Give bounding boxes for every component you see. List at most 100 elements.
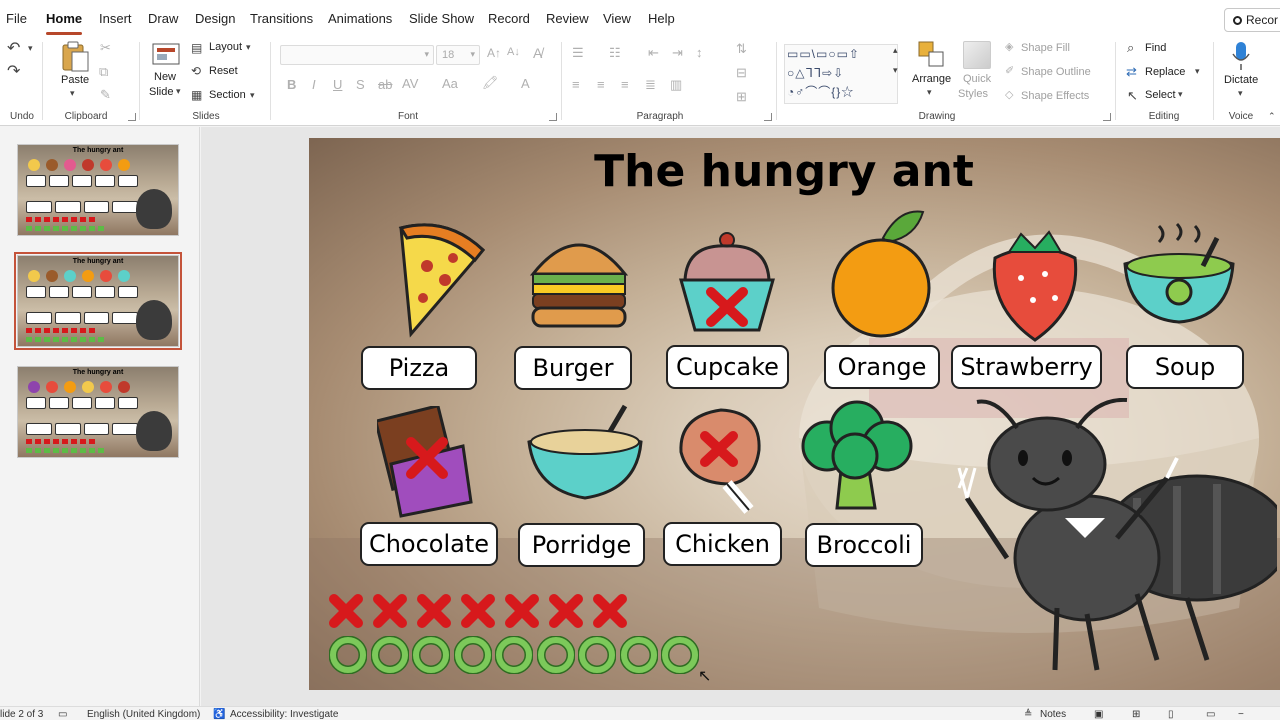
layout-icon[interactable]: ▤ bbox=[191, 42, 202, 54]
font-dropdown-icon[interactable]: ▾ bbox=[424, 49, 429, 60]
layout-dropdown-icon[interactable]: ▾ bbox=[246, 43, 251, 52]
font-size-combobox[interactable]: 18 ▾ bbox=[436, 45, 480, 65]
shape-effects-icon[interactable]: ◇ bbox=[1005, 90, 1013, 101]
record-button[interactable]: Recor bbox=[1224, 8, 1280, 32]
section-button[interactable]: Section bbox=[209, 89, 246, 101]
replace-dropdown-icon[interactable]: ▾ bbox=[1195, 67, 1200, 76]
gallery-up-icon[interactable]: ▴ bbox=[893, 46, 898, 55]
select-button[interactable]: Select bbox=[1145, 89, 1176, 101]
zoom-out-icon[interactable]: − bbox=[1238, 709, 1244, 720]
food-label-strawberry[interactable]: Strawberry bbox=[951, 345, 1102, 389]
porridge-icon[interactable] bbox=[525, 400, 645, 502]
text-direction-icon[interactable]: ⇅ bbox=[736, 42, 747, 55]
new-slide-dropdown-icon[interactable]: ▾ bbox=[176, 87, 181, 96]
text-shadow-icon[interactable]: S bbox=[356, 78, 365, 91]
line-spacing-icon[interactable]: ↕ bbox=[696, 46, 703, 59]
chocolate-icon[interactable] bbox=[377, 406, 477, 518]
justify-icon[interactable]: ≣ bbox=[645, 78, 656, 91]
layout-button[interactable]: Layout bbox=[209, 41, 242, 53]
tab-help[interactable]: Help bbox=[648, 11, 675, 26]
tab-design[interactable]: Design bbox=[195, 11, 235, 26]
align-text-icon[interactable]: ⊟ bbox=[736, 66, 747, 79]
slideshow-view-icon[interactable]: ▭ bbox=[1206, 709, 1215, 720]
font-launcher-icon[interactable] bbox=[549, 113, 557, 121]
font-color-icon[interactable]: A bbox=[521, 77, 530, 90]
numbering-icon[interactable]: ☷ bbox=[609, 46, 621, 59]
quick-styles-icon[interactable] bbox=[963, 41, 991, 69]
align-left-icon[interactable]: ≡ bbox=[572, 78, 580, 91]
notes-icon[interactable]: ≜ bbox=[1024, 709, 1032, 720]
accessibility-status[interactable]: Accessibility: Investigate bbox=[230, 709, 338, 720]
bold-icon[interactable]: B bbox=[287, 78, 296, 91]
food-label-pizza[interactable]: Pizza bbox=[361, 346, 477, 390]
bullets-icon[interactable]: ☰ bbox=[572, 46, 584, 59]
font-name-combobox[interactable]: ▾ bbox=[280, 45, 434, 65]
tab-view[interactable]: View bbox=[603, 11, 631, 26]
decrease-font-icon[interactable]: A↓ bbox=[507, 47, 520, 58]
tab-home[interactable]: Home bbox=[46, 11, 82, 26]
arrange-icon[interactable] bbox=[917, 40, 947, 70]
tab-file[interactable]: File bbox=[6, 11, 27, 26]
arrange-button[interactable]: Arrange bbox=[912, 73, 951, 85]
new-slide-icon[interactable] bbox=[151, 40, 181, 68]
food-label-broccoli[interactable]: Broccoli bbox=[805, 523, 923, 567]
quick-styles-label-1[interactable]: Quick bbox=[963, 73, 991, 85]
shapes-gallery[interactable]: ▭▭\▭○▭⇧ ○△ᒣᒣ⇨⇩ ◔♂⌒⌒{}☆ bbox=[784, 44, 898, 104]
spellcheck-icon[interactable]: ▭ bbox=[58, 709, 67, 720]
quick-styles-label-2[interactable]: Styles bbox=[958, 88, 988, 100]
slide-canvas[interactable]: The hungry ant Pizza Burger Cupcake Oran… bbox=[309, 138, 1280, 690]
tab-insert[interactable]: Insert bbox=[99, 11, 132, 26]
dictate-button[interactable]: Dictate bbox=[1224, 74, 1258, 86]
food-label-chicken[interactable]: Chicken bbox=[663, 522, 782, 566]
food-label-cupcake[interactable]: Cupcake bbox=[666, 345, 789, 389]
food-label-orange[interactable]: Orange bbox=[824, 345, 940, 389]
drawing-launcher-icon[interactable] bbox=[1103, 113, 1111, 121]
reset-icon[interactable]: ⟲ bbox=[191, 65, 201, 77]
increase-font-icon[interactable]: A↑ bbox=[487, 47, 501, 59]
paste-dropdown-icon[interactable]: ▾ bbox=[70, 89, 75, 98]
slide-thumbnail-3[interactable]: The hungry ant bbox=[17, 366, 179, 458]
cupcake-icon[interactable] bbox=[677, 230, 777, 335]
change-case-icon[interactable]: Aa bbox=[442, 77, 458, 90]
arrange-dropdown-icon[interactable]: ▾ bbox=[927, 88, 932, 97]
smartart-icon[interactable]: ⊞ bbox=[736, 90, 747, 103]
undo-dropdown-icon[interactable]: ▾ bbox=[28, 44, 33, 53]
accessibility-icon[interactable]: ♿ bbox=[213, 709, 225, 720]
section-icon[interactable]: ▦ bbox=[191, 89, 202, 101]
paste-icon[interactable] bbox=[60, 40, 90, 72]
food-label-burger[interactable]: Burger bbox=[514, 346, 632, 390]
reset-button[interactable]: Reset bbox=[209, 65, 238, 77]
gallery-down-icon[interactable]: ▾ bbox=[893, 66, 898, 75]
broccoli-icon[interactable] bbox=[797, 400, 917, 512]
decrease-indent-icon[interactable]: ⇤ bbox=[648, 46, 659, 59]
slide-title[interactable]: The hungry ant bbox=[569, 146, 999, 197]
font-size-dropdown-icon[interactable]: ▾ bbox=[470, 49, 475, 60]
collapse-ribbon-icon[interactable]: ⌃ bbox=[1268, 112, 1276, 121]
italic-icon[interactable]: I bbox=[312, 78, 316, 91]
paragraph-launcher-icon[interactable] bbox=[764, 113, 772, 121]
new-slide-label-1[interactable]: New bbox=[154, 71, 176, 83]
increase-indent-icon[interactable]: ⇥ bbox=[672, 46, 683, 59]
select-dropdown-icon[interactable]: ▾ bbox=[1178, 90, 1183, 99]
new-slide-label-2[interactable]: Slide bbox=[149, 86, 173, 98]
align-center-icon[interactable]: ≡ bbox=[597, 78, 605, 91]
columns-icon[interactable]: ▥ bbox=[670, 78, 682, 91]
food-label-soup[interactable]: Soup bbox=[1126, 345, 1244, 389]
replace-button[interactable]: Replace bbox=[1145, 66, 1185, 78]
clear-formatting-icon[interactable]: A̸ bbox=[533, 46, 542, 60]
section-dropdown-icon[interactable]: ▾ bbox=[250, 91, 255, 100]
language-status[interactable]: English (United Kingdom) bbox=[87, 709, 200, 720]
food-label-chocolate[interactable]: Chocolate bbox=[360, 522, 498, 566]
format-painter-icon[interactable]: ✎ bbox=[100, 88, 111, 101]
dictate-dropdown-icon[interactable]: ▾ bbox=[1238, 89, 1243, 98]
highlight-icon[interactable]: 🖍 bbox=[482, 76, 499, 89]
soup-icon[interactable] bbox=[1119, 218, 1239, 338]
tab-review[interactable]: Review bbox=[546, 11, 589, 26]
clipboard-launcher-icon[interactable] bbox=[128, 113, 136, 121]
burger-icon[interactable] bbox=[529, 226, 629, 331]
undo-icon[interactable]: ↶ bbox=[7, 41, 20, 57]
tab-record[interactable]: Record bbox=[488, 11, 530, 26]
strikethrough-icon[interactable]: ab bbox=[378, 78, 392, 91]
redo-icon[interactable]: ↷ bbox=[7, 64, 20, 80]
slide-thumbnail-2[interactable]: The hungry ant bbox=[14, 252, 182, 350]
